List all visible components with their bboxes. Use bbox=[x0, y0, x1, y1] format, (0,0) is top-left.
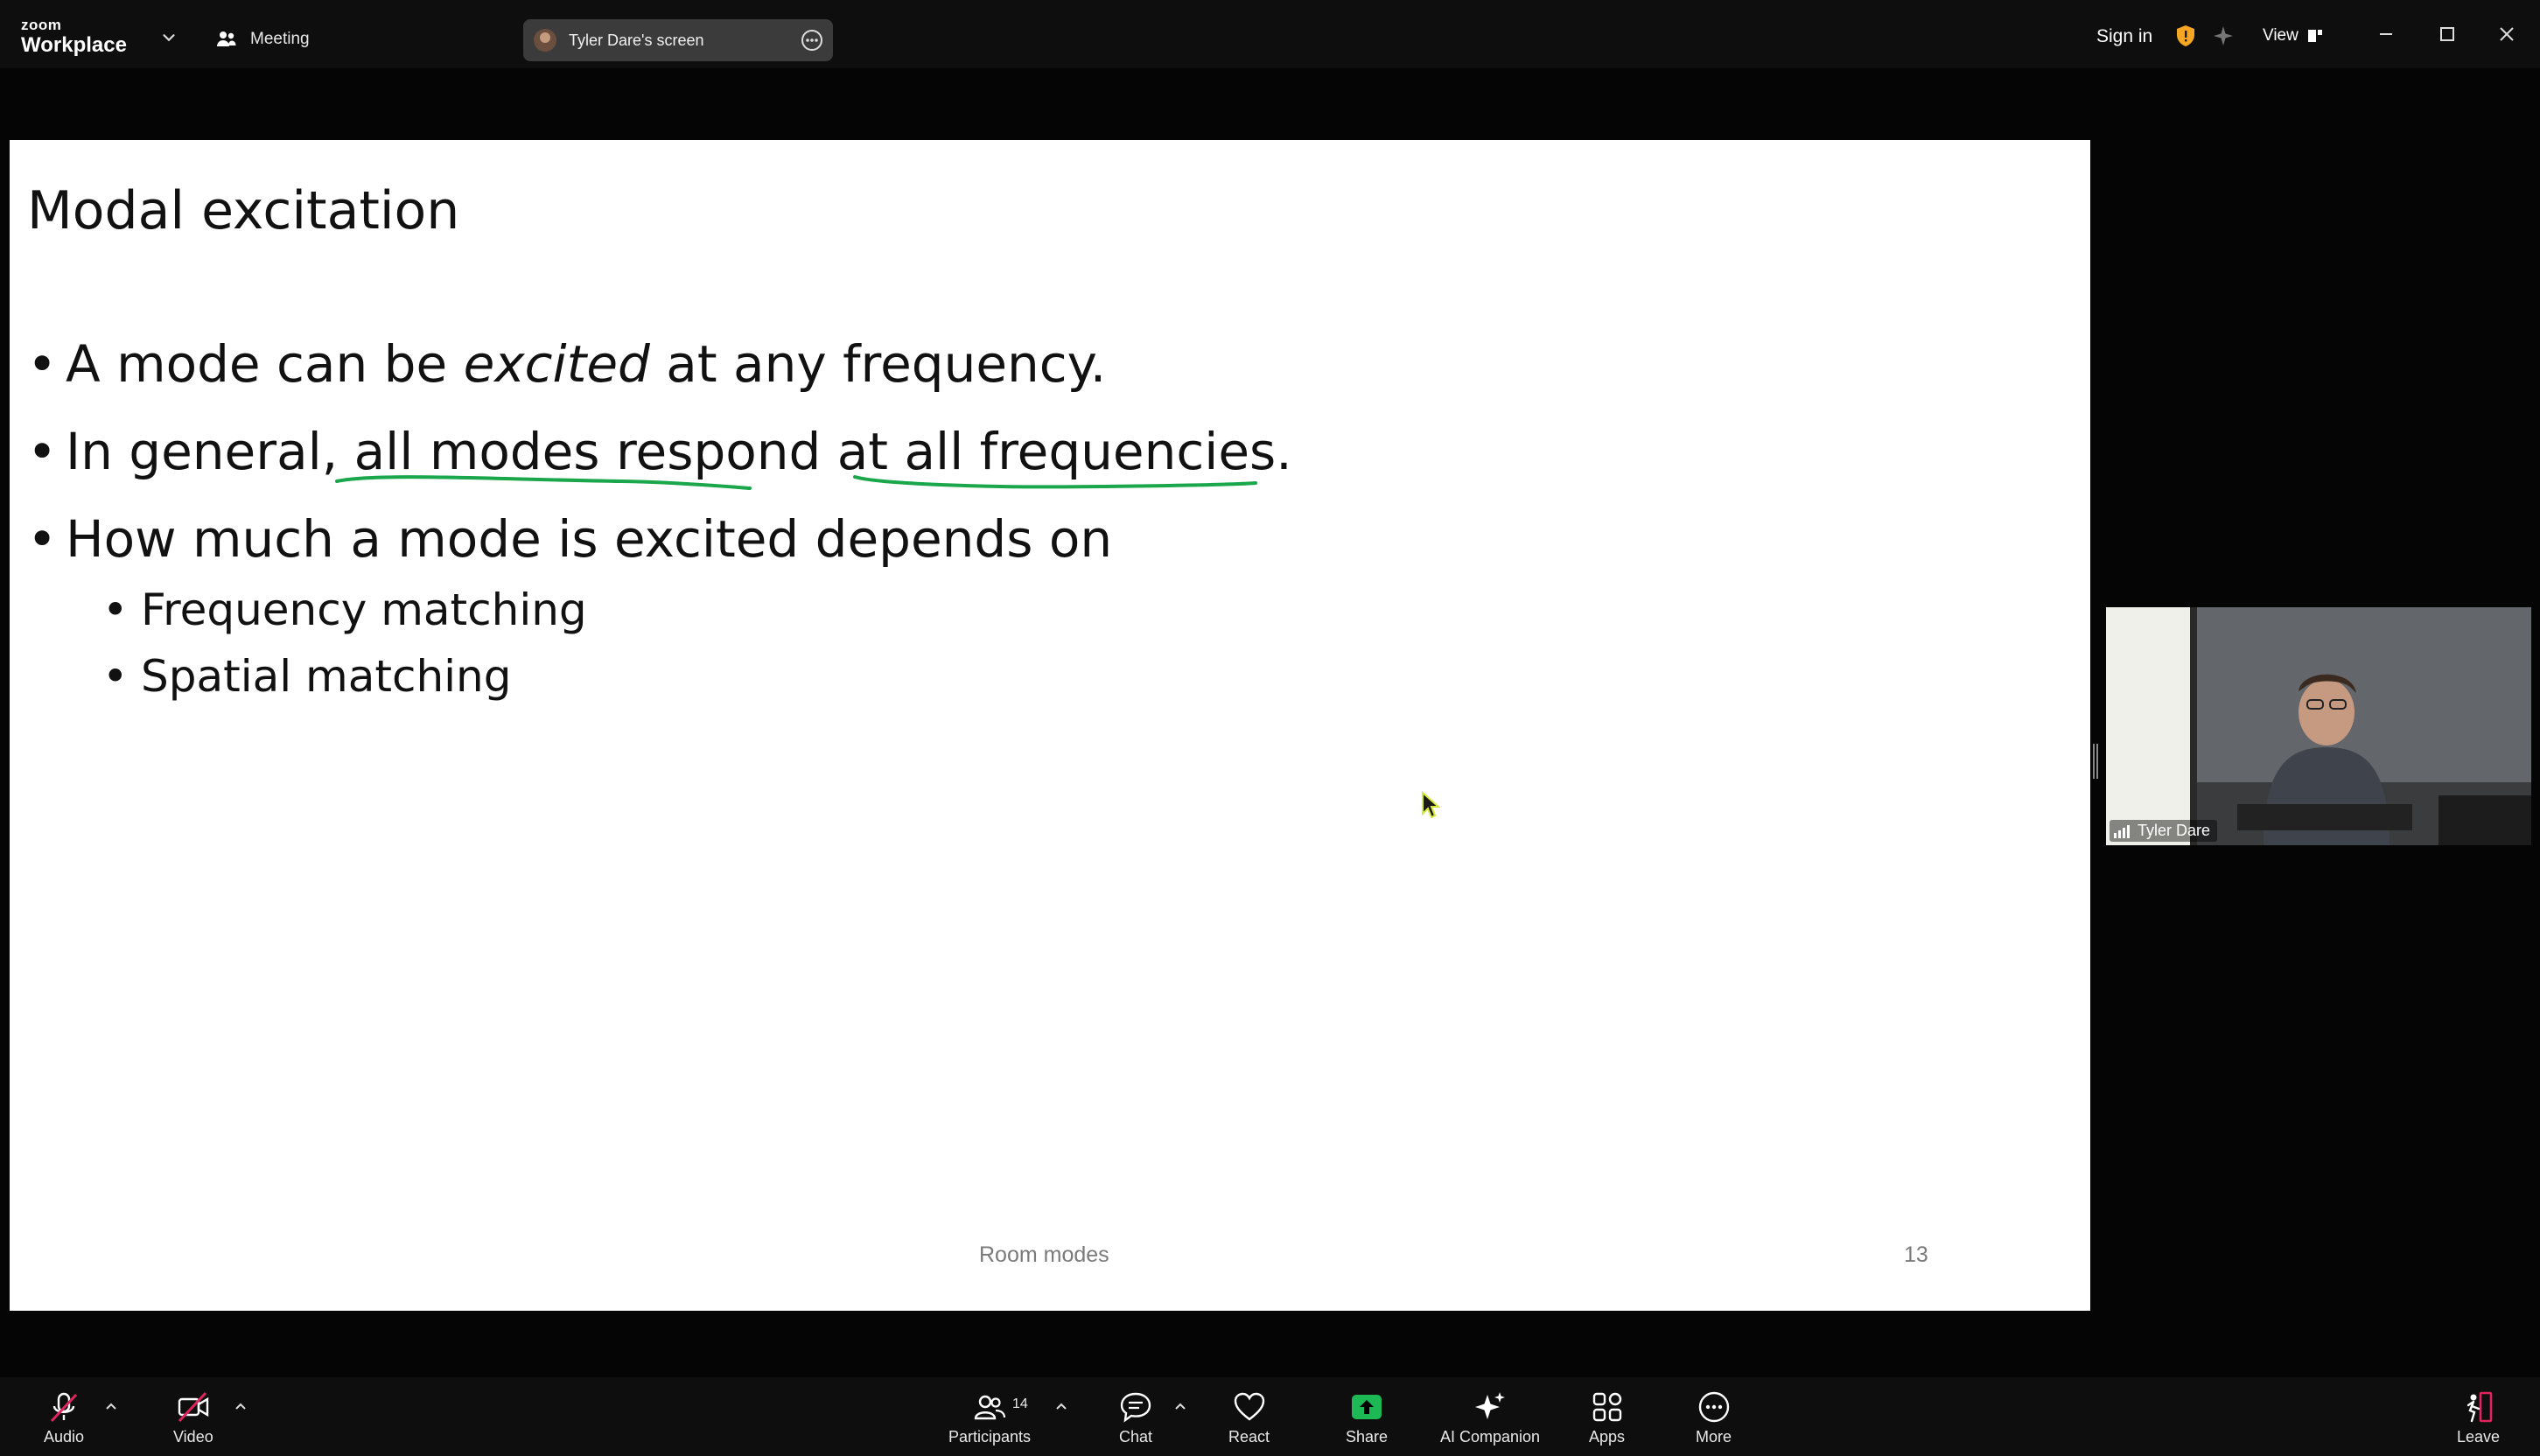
slide-footer-title: Room modes bbox=[979, 1242, 1109, 1267]
leave-button[interactable]: Leave bbox=[2457, 1390, 2500, 1446]
participant-name: Tyler Dare bbox=[2138, 822, 2211, 839]
audio-button[interactable]: Audio bbox=[44, 1390, 84, 1446]
participants-count-badge: 14 bbox=[1012, 1396, 1028, 1411]
mouse-cursor-icon bbox=[1422, 791, 1441, 819]
participant-name-tag: Tyler Dare bbox=[2110, 820, 2218, 842]
participants-icon bbox=[974, 1395, 1006, 1420]
chat-label: Chat bbox=[1118, 1428, 1153, 1446]
shared-screen-indicator[interactable]: Tyler Dare's screen bbox=[523, 19, 833, 61]
ai-companion-label: AI Companion bbox=[1440, 1428, 1541, 1446]
bullet-2-text: In general, all modes respond at all fre… bbox=[66, 422, 1292, 481]
shield-icon[interactable] bbox=[2175, 24, 2196, 47]
view-layout-icon bbox=[2307, 30, 2322, 42]
chat-button[interactable]: Chat bbox=[1118, 1390, 1153, 1446]
video-options-chevron-icon[interactable] bbox=[233, 1398, 248, 1414]
more-button[interactable]: More bbox=[1696, 1390, 1732, 1446]
chat-options-chevron-icon[interactable] bbox=[1172, 1398, 1188, 1414]
logo-zoom-text: zoom bbox=[21, 17, 62, 33]
view-menu-button[interactable]: View bbox=[2263, 26, 2323, 46]
audio-options-chevron-icon[interactable] bbox=[103, 1398, 119, 1414]
shared-slide: Modal excitation • A mode can be excited … bbox=[10, 140, 2090, 1311]
heart-icon bbox=[1234, 1392, 1264, 1421]
chevron-down-icon[interactable] bbox=[159, 28, 178, 47]
camera-off-icon bbox=[178, 1391, 209, 1423]
bullet-3-text: How much a mode is excited depends on bbox=[66, 509, 1113, 569]
annotation-layer bbox=[335, 475, 1257, 490]
ai-sparkle-icon bbox=[1475, 1392, 1506, 1419]
slide-subbullet-2: • Spatial matching bbox=[102, 651, 512, 702]
video-label: Video bbox=[173, 1428, 213, 1446]
subbullet-1-text: Frequency matching bbox=[141, 584, 587, 635]
close-icon[interactable] bbox=[2492, 19, 2522, 49]
react-label: React bbox=[1228, 1428, 1270, 1446]
slide-page-number: 13 bbox=[1904, 1242, 1928, 1267]
more-options-icon[interactable] bbox=[800, 28, 824, 52]
meeting-info-button[interactable]: Meeting bbox=[215, 24, 310, 54]
slide-bullet-3: • How much a mode is excited depends on bbox=[27, 509, 1113, 569]
share-button[interactable]: Share bbox=[1346, 1390, 1388, 1446]
more-icon bbox=[1698, 1391, 1729, 1423]
apps-icon bbox=[1592, 1392, 1621, 1422]
share-label: Share bbox=[1346, 1428, 1389, 1446]
people-icon bbox=[217, 32, 236, 46]
subbullet-2-text: Spatial matching bbox=[141, 651, 512, 702]
ai-sparkle-icon[interactable] bbox=[2212, 24, 2235, 47]
participants-label: Participants bbox=[948, 1428, 1032, 1446]
bullet-1-text-end: at any frequency. bbox=[649, 334, 1107, 394]
microphone-muted-icon bbox=[50, 1392, 78, 1423]
participants-options-chevron-icon[interactable] bbox=[1053, 1398, 1069, 1414]
logo-workplace-text: Workplace bbox=[21, 33, 127, 57]
minimize-icon[interactable] bbox=[2371, 19, 2401, 49]
slide-bullet-1: • A mode can be excited at any frequency. bbox=[27, 334, 1107, 394]
avatar bbox=[534, 29, 556, 52]
title-bar: zoom Workplace Meeting Tyler Dare's scre… bbox=[0, 0, 2540, 68]
apps-button[interactable]: Apps bbox=[1589, 1390, 1625, 1446]
panel-resize-handle[interactable] bbox=[2093, 744, 2098, 779]
slide-title: Modal excitation bbox=[27, 180, 460, 242]
meeting-label: Meeting bbox=[250, 30, 310, 48]
more-label: More bbox=[1696, 1428, 1732, 1446]
zoom-workplace-logo[interactable]: zoom Workplace bbox=[21, 18, 127, 56]
shared-screen-label: Tyler Dare's screen bbox=[569, 31, 704, 49]
participant-video-tile[interactable]: Tyler Dare bbox=[2106, 607, 2531, 845]
ai-companion-button[interactable]: AI Companion bbox=[1440, 1390, 1540, 1446]
view-label: View bbox=[2263, 26, 2299, 45]
bullet-1-emphasis: excited bbox=[463, 334, 650, 394]
audio-label: Audio bbox=[44, 1428, 85, 1446]
meeting-controls-toolbar: Audio Video Participants 14 Chat React S… bbox=[0, 1377, 2540, 1456]
apps-label: Apps bbox=[1589, 1428, 1626, 1446]
slide-subbullet-1: • Frequency matching bbox=[102, 584, 587, 635]
sign-in-link[interactable]: Sign in bbox=[2096, 26, 2152, 47]
maximize-icon[interactable] bbox=[2432, 19, 2462, 49]
slide-bullet-2: • In general, all modes respond at all fr… bbox=[27, 422, 1292, 481]
signal-strength-icon bbox=[2114, 824, 2130, 838]
share-screen-icon bbox=[1352, 1395, 1382, 1419]
leave-label: Leave bbox=[2457, 1428, 2501, 1446]
participant-video-frame bbox=[2106, 607, 2531, 845]
chat-icon bbox=[1120, 1392, 1151, 1423]
leave-icon bbox=[2467, 1391, 2492, 1423]
bullet-1-text-start: A mode can be bbox=[66, 334, 464, 394]
react-button[interactable]: React bbox=[1228, 1390, 1270, 1446]
video-button[interactable]: Video bbox=[173, 1390, 213, 1446]
